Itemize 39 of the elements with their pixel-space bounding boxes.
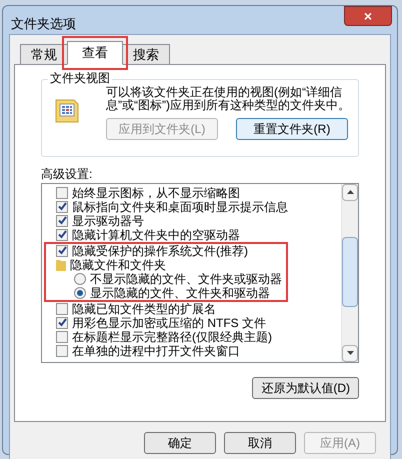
checkbox[interactable] — [56, 200, 68, 212]
scroll-thumb[interactable] — [342, 236, 358, 306]
setting-label[interactable]: 显示驱动器号 — [72, 214, 144, 228]
folder-icon — [56, 258, 66, 270]
dialog-button[interactable]: 取消 — [224, 432, 296, 454]
setting-label[interactable]: 隐藏已知文件类型的扩展名 — [72, 302, 216, 316]
close-button[interactable]: × — [344, 6, 392, 26]
description-text: 可以将该文件夹正在使用的视图(例如“详细信息”或“图标”)应用到所有这种类型的文件夹中。 — [106, 86, 351, 112]
checkbox[interactable] — [56, 316, 68, 328]
setting-label[interactable]: 显示隐藏的文件、文件夹和驱动器 — [90, 286, 270, 300]
checkbox[interactable] — [56, 330, 68, 342]
setting-label[interactable]: 鼠标指向文件夹和桌面项时显示提示信息 — [72, 200, 288, 214]
setting-label[interactable]: 隐藏文件和文件夹 — [70, 258, 166, 272]
checkbox[interactable] — [56, 244, 68, 256]
scroll-up-icon[interactable] — [342, 184, 358, 200]
checkbox[interactable] — [56, 228, 68, 240]
checkbox[interactable] — [56, 214, 68, 226]
setting-label[interactable]: 用彩色显示加密或压缩的 NTFS 文件 — [72, 316, 266, 330]
scrollbar[interactable] — [341, 184, 358, 362]
scroll-down-icon[interactable] — [342, 344, 358, 362]
section-label: 高级设置: — [41, 166, 94, 180]
restore-defaults-button[interactable]: 还原为默认值(D) — [252, 376, 359, 398]
radio-button[interactable] — [74, 286, 86, 298]
radio-button[interactable] — [74, 272, 86, 284]
tab[interactable]: 常规 — [20, 44, 68, 64]
window-title: 文件夹选项 — [11, 15, 76, 33]
setting-label[interactable]: 不显示隐藏的文件、文件夹或驱动器 — [90, 272, 282, 286]
dialog-button[interactable]: 确定 — [144, 432, 216, 454]
tab[interactable]: 搜索 — [122, 44, 170, 64]
checkbox[interactable] — [56, 344, 68, 356]
checkbox[interactable] — [56, 186, 68, 198]
setting-label[interactable]: 在单独的进程中打开文件夹窗口 — [72, 344, 240, 358]
checkbox[interactable] — [56, 302, 68, 314]
setting-label[interactable]: 始终显示图标，从不显示缩略图 — [72, 186, 240, 200]
setting-label[interactable]: 在标题栏显示完整路径(仅限经典主题) — [72, 330, 272, 344]
setting-label[interactable]: 隐藏受保护的操作系统文件(推荐) — [72, 244, 248, 258]
group-title: 文件夹视图 — [48, 70, 112, 84]
setting-label[interactable]: 隐藏计算机文件夹中的空驱动器 — [72, 228, 240, 242]
action-button[interactable]: 重置文件夹(R) — [236, 118, 348, 140]
